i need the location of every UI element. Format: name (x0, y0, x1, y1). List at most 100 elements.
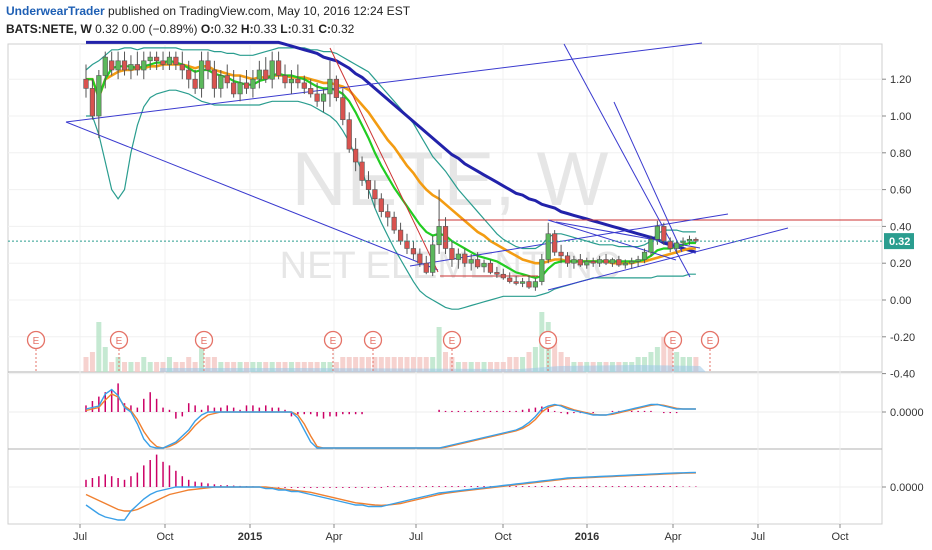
candle-body (430, 244, 436, 273)
candle-body (96, 75, 102, 117)
candle-body (359, 161, 365, 181)
candle-body (481, 262, 487, 268)
candle-body (224, 75, 230, 84)
volume-bar (96, 322, 102, 372)
macd-line (85, 471, 696, 521)
x-tick-label: Oct (831, 531, 848, 543)
volume-bar (109, 362, 115, 372)
candle-body (616, 259, 622, 266)
candle-body (365, 180, 372, 190)
y-tick-label: 0.00 (890, 295, 911, 307)
earnings-letter: E (201, 336, 208, 347)
candle-body (404, 240, 410, 249)
earnings-letter: E (116, 336, 123, 347)
volume-bar (115, 357, 121, 372)
candle-body (89, 88, 96, 117)
candle-body (211, 69, 218, 89)
x-tick-label: Apr (664, 531, 681, 543)
candle-body (327, 78, 333, 95)
candle-body (83, 78, 89, 89)
volume-bars (83, 312, 706, 372)
candle-body (320, 93, 327, 102)
candle-body (584, 261, 590, 266)
earnings-letter: E (330, 336, 337, 347)
candle-body (558, 251, 564, 257)
candle-body (590, 261, 596, 264)
candle-body (288, 78, 295, 84)
candle-body (147, 56, 153, 62)
candle-body (192, 78, 198, 89)
candle-body (417, 253, 423, 264)
indicator-panel-1 (8, 383, 882, 449)
candle-body (102, 56, 108, 76)
chart-svg: NETE, W NET ELEMENT INC EEEEEEEEE 1.201.… (7, 40, 924, 543)
candle-body (609, 259, 616, 264)
x-tick-label: Jul (73, 531, 87, 543)
candle-body (134, 64, 140, 71)
candle-body (160, 60, 166, 65)
volume-bar (102, 347, 108, 372)
candle-body (526, 281, 532, 288)
trend-line (65, 42, 703, 123)
last-price-value: 0.32 (889, 236, 910, 248)
macd-line (85, 388, 696, 449)
candle-body (243, 82, 250, 89)
candle-body (507, 277, 513, 282)
volume-bar (147, 362, 153, 372)
earnings-letter: E (33, 336, 40, 347)
x-tick-label: Jul (751, 531, 765, 543)
candle-body (115, 60, 121, 71)
candle-body (378, 198, 384, 212)
candle-body (166, 56, 173, 65)
candle-body (397, 229, 404, 242)
candle-body (353, 148, 359, 163)
x-tick-label: Apr (325, 531, 342, 543)
earnings-letter: E (545, 336, 552, 347)
candle-body (442, 226, 449, 249)
candle-body (301, 82, 307, 89)
candle-body (564, 255, 571, 264)
candle-body (231, 82, 237, 95)
candle-body (545, 233, 551, 260)
y-tick-label: -0.20 (890, 332, 915, 344)
candle-body (532, 281, 538, 288)
candle-body (205, 60, 211, 71)
candle-body (250, 78, 256, 89)
candle-body (462, 253, 468, 264)
y-tick-label: 0.60 (890, 185, 911, 197)
candle-body (186, 69, 192, 80)
volume-bar (128, 362, 134, 372)
indicator-y-label: 0.0000 (890, 407, 924, 419)
volume-bar (154, 362, 160, 372)
candle-body (154, 56, 160, 62)
signal-line (85, 472, 696, 512)
candle-body (494, 272, 500, 275)
x-tick-label: Oct (156, 531, 173, 543)
candle-body (269, 60, 275, 80)
candle-body (577, 259, 583, 266)
y-tick-label: 0.80 (890, 148, 911, 160)
earnings-letter: E (670, 336, 677, 347)
y-tick-label: -0.40 (890, 369, 915, 381)
candle-body (218, 75, 224, 89)
candle-body (275, 60, 282, 76)
candle-body (372, 189, 378, 200)
candle-body (519, 281, 526, 284)
y-tick-label: 1.20 (890, 74, 911, 86)
candle-body (295, 78, 301, 84)
x-tick-label: Jul (409, 531, 423, 543)
indicator-y-label: 0.0000 (890, 482, 924, 494)
candle-body (346, 119, 352, 150)
candle-body (282, 75, 288, 84)
candle-body (256, 69, 262, 80)
candle-body (596, 259, 603, 264)
candle-body (667, 240, 673, 249)
candle-body (385, 211, 391, 218)
candle-body (475, 259, 481, 268)
candle-body (314, 93, 320, 102)
x-tick-label: Oct (494, 531, 511, 543)
y-tick-label: 0.40 (890, 221, 911, 233)
candle-body (539, 259, 545, 282)
candle-body (603, 259, 609, 264)
candle-body (641, 251, 648, 260)
